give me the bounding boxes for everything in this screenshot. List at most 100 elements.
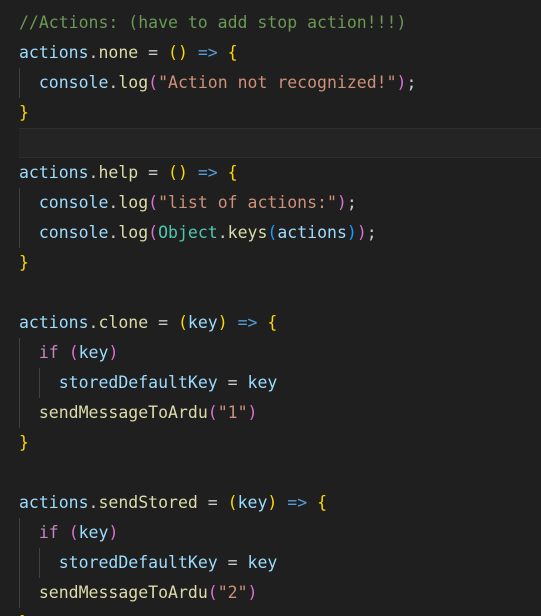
code-token: => [237,313,258,332]
code-token: actions [19,163,89,182]
code-token: ( [177,313,188,332]
code-editor[interactable]: //Actions: (have to add stop action!!!) a… [0,0,541,616]
code-line[interactable]: } [0,248,541,278]
code-token: ) [356,223,367,242]
code-line[interactable] [0,278,541,308]
code-token: help [98,163,139,182]
code-token: = [227,373,238,392]
code-token: = [148,43,159,62]
code-token: Object [158,223,218,242]
indent-guide [19,518,20,548]
code-line[interactable] [19,128,541,158]
code-token: ( [227,493,238,512]
code-token: = [158,313,169,332]
code-token: "Action not recognized!" [158,73,397,92]
code-token: { [227,163,238,182]
code-token: actions [277,223,347,242]
code-token: key [247,373,278,392]
code-token: none [98,43,139,62]
code-token: => [197,163,218,182]
code-token: . [217,223,228,242]
code-token: storedDefaultKey [58,373,218,392]
code-token: keys [227,223,268,242]
code-token: "2" [217,583,248,602]
code-token: } [19,433,29,452]
code-line[interactable]: actions.sendStored = (key) => { [0,488,541,518]
code-line[interactable]: } [0,608,541,616]
code-token: ) [177,163,188,182]
code-line[interactable]: console.log(Object.keys(actions)); [0,218,541,248]
code-token: key [78,343,109,362]
code-line[interactable]: actions.help = () => { [0,158,541,188]
code-token: . [88,43,99,62]
code-line[interactable]: storedDefaultKey = key [0,548,541,578]
code-token: ( [68,343,79,362]
code-token: . [108,223,119,242]
code-token: ; [346,193,357,212]
code-line[interactable]: //Actions: (have to add stop action!!!) [0,8,541,38]
code-line[interactable]: if (key) [0,518,541,548]
code-token: ) [396,73,407,92]
code-line[interactable]: } [0,428,541,458]
code-token: => [287,493,308,512]
code-line[interactable]: sendMessageToArdu("2") [0,578,541,608]
code-token: actions [19,493,89,512]
code-line[interactable]: sendMessageToArdu("1") [0,398,541,428]
code-line[interactable] [0,458,541,488]
code-token: = [227,553,238,572]
indent-guide [19,68,20,98]
code-token: ( [267,223,278,242]
code-line[interactable]: actions.clone = (key) => { [0,308,541,338]
code-line[interactable]: console.log("list of actions:"); [0,188,541,218]
indent-guide [19,548,20,578]
code-token: ) [247,583,258,602]
code-line[interactable]: actions.none = () => { [0,38,541,68]
code-token: key [78,523,109,542]
indent-guide [19,398,20,428]
code-token: log [118,73,149,92]
indent-guide [39,548,40,578]
code-token: console [38,193,109,212]
code-token: } [19,253,29,272]
code-token: { [227,43,238,62]
code-token: //Actions: (have to add stop action!!!) [19,13,407,32]
code-content[interactable]: //Actions: (have to add stop action!!!) a… [0,8,541,616]
code-token: ) [217,313,228,332]
code-token: key [247,553,278,572]
indent-guide [19,368,20,398]
code-token: sendStored [98,493,198,512]
code-line[interactable]: } [0,98,541,128]
code-line[interactable]: storedDefaultKey = key [0,368,541,398]
code-token: sendMessageToArdu [38,403,208,422]
code-line[interactable]: console.log("Action not recognized!"); [0,68,541,98]
code-token: . [88,493,99,512]
code-token: actions [19,313,89,332]
code-token: ; [366,223,377,242]
code-token: sendMessageToArdu [38,583,208,602]
code-token: ) [346,223,357,242]
code-token: => [197,43,218,62]
code-token: { [267,313,278,332]
code-token: . [88,163,99,182]
code-line[interactable]: if (key) [0,338,541,368]
indent-guide [19,338,20,368]
